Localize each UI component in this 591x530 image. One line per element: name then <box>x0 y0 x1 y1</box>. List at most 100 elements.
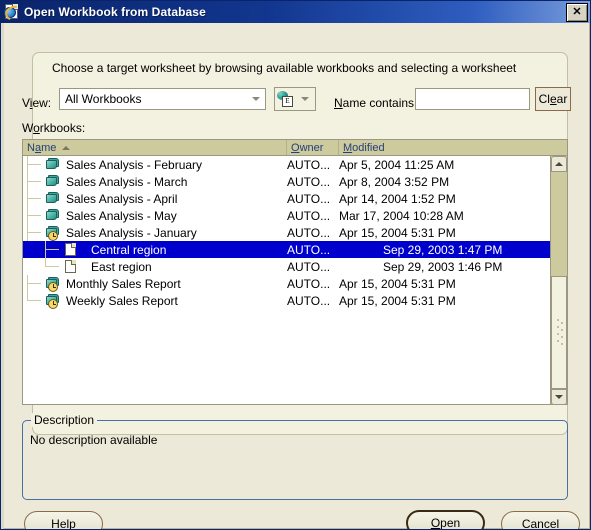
workbook-clock-icon <box>46 226 59 241</box>
view-dropdown[interactable]: All Workbooks <box>59 88 266 110</box>
tree-branch-line-icon <box>27 224 45 241</box>
row-name-label: Sales Analysis - February <box>66 157 203 172</box>
row-modified-cell: Apr 5, 2004 11:25 AM <box>339 157 455 172</box>
row-name-label: Sales Analysis - January <box>66 225 197 240</box>
tree-branch-line-icon <box>27 173 45 190</box>
row-owner-cell: AUTO... <box>287 174 331 189</box>
chevron-down-icon <box>247 97 265 101</box>
workbook-book-icon <box>46 192 59 204</box>
row-owner-cell: AUTO... <box>287 208 331 223</box>
table-row[interactable]: Sales Analysis - January AUTO... Apr 15, 2… <box>23 224 551 241</box>
row-name-label: Sales Analysis - May <box>66 208 177 223</box>
table-row[interactable]: Monthly Sales Report AUTO... Apr 15, 2004 … <box>23 275 551 292</box>
scrollbar-thumb[interactable] <box>551 276 567 389</box>
row-name-cell: Sales Analysis - April <box>23 190 287 207</box>
sheet-badge-letter: E <box>282 96 293 107</box>
cancel-button[interactable]: Cancel <box>501 511 580 529</box>
row-name-label: Sales Analysis - March <box>66 174 188 189</box>
row-modified-cell: Apr 14, 2004 1:52 PM <box>339 191 456 206</box>
row-modified-cell: Mar 17, 2004 10:28 AM <box>339 208 464 223</box>
workbook-book-icon <box>46 175 59 187</box>
workbook-clock-icon <box>46 277 59 292</box>
help-button[interactable]: He lp <box>24 511 103 529</box>
row-owner-cell: AUTO... <box>287 276 331 291</box>
row-modified-cell: Sep 29, 2003 1:46 PM <box>383 259 503 274</box>
tree-branch-line-icon <box>27 156 45 173</box>
table-row[interactable]: Weekly Sales Report AUTO... Apr 15, 2004 5… <box>23 292 551 309</box>
view-dropdown-value: All Workbooks <box>65 92 142 106</box>
worksheet-document-icon <box>65 260 76 273</box>
table-row[interactable]: Central region AUTO... Sep 29, 2003 1:47 P… <box>23 241 551 258</box>
description-text: No description available <box>30 433 158 447</box>
close-icon[interactable]: ✕ <box>566 2 588 22</box>
row-owner-cell: AUTO... <box>287 191 331 206</box>
description-group: Description No description available <box>22 413 568 500</box>
workbook-book-icon <box>46 158 59 170</box>
tree-branch-line-icon <box>27 207 45 224</box>
scroll-up-icon[interactable] <box>551 156 567 172</box>
row-name-cell: Sales Analysis - March <box>23 173 287 190</box>
row-name-cell: Weekly Sales Report <box>23 292 287 309</box>
row-name-cell: Central region <box>23 241 287 258</box>
row-name-cell: Sales Analysis - May <box>23 207 287 224</box>
tree-branch-line-icon <box>45 241 63 258</box>
row-modified-cell: Apr 15, 2004 5:31 PM <box>339 293 456 308</box>
workbooks-label: Workbooks: <box>22 121 86 135</box>
workbook-clock-icon <box>46 294 59 309</box>
dialog-client-area: Choose a target worksheet by browsing av… <box>1 23 590 529</box>
workbook-type-button[interactable]: E <box>274 87 316 111</box>
row-modified-cell: Apr 8, 2004 3:52 PM <box>339 174 450 189</box>
description-legend: Description <box>31 413 98 427</box>
tree-column-headers: Na me Owner Modified <box>23 140 567 156</box>
column-header-name[interactable]: Na me <box>23 140 287 155</box>
sort-ascending-icon <box>62 145 71 150</box>
ie-document-icon <box>2 3 25 23</box>
table-row[interactable]: Sales Analysis - May AUTO... Mar 17, 2004 … <box>23 207 551 224</box>
row-modified-cell: Apr 15, 2004 5:31 PM <box>339 276 456 291</box>
title-bar: Open Workbook from Database ✕ <box>1 1 590 23</box>
row-name-label: East region <box>91 259 152 274</box>
open-workbook-dialog: Open Workbook from Database ✕ Choose a t… <box>0 0 591 530</box>
table-row[interactable]: Sales Analysis - March AUTO... Apr 8, 2004… <box>23 173 551 190</box>
row-owner-cell: AUTO... <box>287 293 331 308</box>
tree-branch-line-icon <box>27 275 45 292</box>
column-header-owner[interactable]: Owner <box>287 140 339 155</box>
row-owner-cell: AUTO... <box>287 225 331 240</box>
name-contains-label: Name contains: <box>334 96 418 110</box>
clear-button[interactable]: Cl e ar <box>535 87 571 111</box>
instruction-text: Choose a target worksheet by browsing av… <box>52 61 517 75</box>
column-header-modified[interactable]: Modified <box>339 140 567 155</box>
name-contains-input[interactable] <box>415 88 530 110</box>
row-modified-cell: Apr 15, 2004 5:31 PM <box>339 225 456 240</box>
tree-vertical-scrollbar[interactable] <box>550 156 567 404</box>
workbooks-tree: Na me Owner Modified Sales Analysis - Feb… <box>22 139 568 405</box>
row-name-cell: Sales Analysis - January <box>23 224 287 241</box>
row-name-label: Weekly Sales Report <box>66 293 178 308</box>
table-row[interactable]: East region AUTO... Sep 29, 2003 1:46 PM <box>23 258 551 275</box>
row-owner-cell: AUTO... <box>287 157 331 172</box>
row-owner-cell: AUTO... <box>287 259 331 274</box>
worksheet-document-icon <box>65 243 76 256</box>
row-name-cell: East region <box>23 258 287 275</box>
tree-branch-line-icon <box>27 190 45 207</box>
row-owner-cell: AUTO... <box>287 242 331 257</box>
tree-rows: Sales Analysis - February AUTO... Apr 5, 2… <box>23 156 551 404</box>
row-name-cell: Monthly Sales Report <box>23 275 287 292</box>
chevron-down-icon[interactable] <box>295 97 315 101</box>
tree-branch-line-icon <box>45 258 63 275</box>
tree-branch-line-icon <box>27 292 45 309</box>
table-row[interactable]: Sales Analysis - February AUTO... Apr 5, 2… <box>23 156 551 173</box>
row-name-label: Sales Analysis - April <box>66 191 178 206</box>
row-name-label: Monthly Sales Report <box>66 276 181 291</box>
row-modified-cell: Sep 29, 2003 1:47 PM <box>383 242 503 257</box>
window-title: Open Workbook from Database <box>24 5 206 19</box>
workbook-sphere-icon: E <box>277 90 295 108</box>
scroll-down-icon[interactable] <box>551 389 567 404</box>
row-name-cell: Sales Analysis - February <box>23 156 287 173</box>
workbook-book-icon <box>46 209 59 221</box>
row-name-label: Central region <box>91 242 167 257</box>
scrollbar-grip-icon <box>557 319 563 345</box>
view-label: View: <box>22 96 52 110</box>
open-button[interactable]: Open <box>406 510 485 529</box>
table-row[interactable]: Sales Analysis - April AUTO... Apr 14, 200… <box>23 190 551 207</box>
